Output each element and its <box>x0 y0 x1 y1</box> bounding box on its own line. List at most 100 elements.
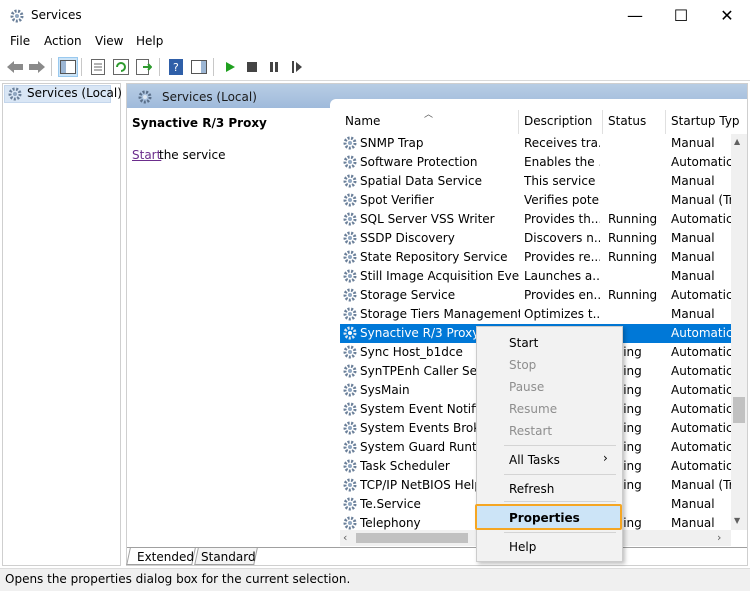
service-startup-type: Automatic <box>671 383 731 397</box>
status-bar-text: Opens the properties dialog box for the … <box>5 572 351 586</box>
service-name: Software Protection <box>360 155 478 169</box>
context-menu-help[interactable]: Help <box>509 540 536 554</box>
scroll-left-arrow-icon[interactable]: ‹ <box>343 531 347 544</box>
column-divider[interactable] <box>602 110 603 134</box>
context-menu-refresh[interactable]: Refresh <box>509 482 554 496</box>
export-list-icon[interactable] <box>134 57 154 77</box>
action-pane-icon[interactable] <box>189 57 209 77</box>
toolbar-separator <box>213 58 214 76</box>
close-button[interactable]: ✕ <box>704 0 750 31</box>
service-gear-icon <box>342 496 358 512</box>
pause-service-icon[interactable] <box>264 57 284 77</box>
toolbar-separator <box>159 58 160 76</box>
service-row[interactable]: Spot Verifier Verifies pote... Manual (Tri <box>340 191 746 210</box>
start-service-play-icon[interactable] <box>220 57 240 77</box>
console-tree <box>2 83 121 566</box>
service-row[interactable]: SSDP Discovery Discovers n... Running Manua… <box>340 229 746 248</box>
service-startup-type: Automatic <box>671 326 731 340</box>
service-gear-icon <box>342 173 358 189</box>
minimize-button[interactable]: — <box>612 0 658 31</box>
context-menu-separator <box>504 532 616 533</box>
column-header-startup-type[interactable]: Startup Typ <box>671 114 740 128</box>
list-area-top <box>330 99 747 109</box>
context-menu-all-tasks[interactable]: All Tasks <box>509 453 560 467</box>
column-divider[interactable] <box>518 110 519 134</box>
restart-service-icon[interactable] <box>287 57 307 77</box>
service-description: Provides th... <box>524 212 600 226</box>
vertical-scroll-thumb[interactable] <box>733 397 745 423</box>
service-name: Storage Tiers Management <box>360 307 520 321</box>
service-status: Running <box>608 212 658 226</box>
service-row[interactable]: Storage Service Provides en... Running Auto… <box>340 286 746 305</box>
menu-view[interactable]: View <box>95 34 123 48</box>
forward-arrow-icon[interactable] <box>27 57 47 77</box>
toolbar-separator <box>51 58 52 76</box>
show-hide-console-tree-icon[interactable] <box>58 57 78 77</box>
service-row[interactable]: Still Image Acquisition Events Launches a… <box>340 267 746 286</box>
service-startup-type: Automatic <box>671 212 731 226</box>
menu-action[interactable]: Action <box>44 34 82 48</box>
properties-sheet-icon[interactable] <box>88 57 108 77</box>
service-name: Spatial Data Service <box>360 174 482 188</box>
back-arrow-icon[interactable] <box>5 57 25 77</box>
service-startup-type: Automatic <box>671 288 731 302</box>
help-book-icon[interactable]: ? <box>166 57 186 77</box>
selected-service-title: Synactive R/3 Proxy <box>132 116 267 130</box>
service-gear-icon <box>342 230 358 246</box>
service-gear-icon <box>342 420 358 436</box>
service-name: SSDP Discovery <box>360 231 455 245</box>
service-startup-type: Manual <box>671 231 715 245</box>
service-row[interactable]: State Repository Service Provides re... Ru… <box>340 248 746 267</box>
context-menu-separator <box>504 501 616 502</box>
service-startup-type: Manual (Tri <box>671 478 731 492</box>
column-divider[interactable] <box>665 110 666 134</box>
horizontal-scroll-thumb[interactable] <box>356 533 468 543</box>
service-row[interactable]: Software Protection Enables the ... Automa… <box>340 153 746 172</box>
context-menu-properties[interactable]: Properties <box>509 511 580 525</box>
service-status: Running <box>608 231 658 245</box>
tab-extended-label: Extended <box>137 550 194 564</box>
context-menu-separator <box>504 474 616 475</box>
service-row[interactable]: Spatial Data Service This service ... Manu… <box>340 172 746 191</box>
service-name: State Repository Service <box>360 250 508 264</box>
service-startup-type: Automatic <box>671 402 731 416</box>
column-header-status[interactable]: Status <box>608 114 646 128</box>
service-startup-type: Automatic <box>671 345 731 359</box>
service-startup-type: Automatic <box>671 440 731 454</box>
stop-service-icon[interactable] <box>242 57 262 77</box>
service-row[interactable]: Storage Tiers Management Optimizes t... Ma… <box>340 305 746 324</box>
service-gear-icon <box>342 287 358 303</box>
refresh-icon[interactable] <box>111 57 131 77</box>
service-row[interactable]: SQL Server VSS Writer Provides th... Runni… <box>340 210 746 229</box>
service-startup-type: Manual <box>671 269 715 283</box>
svg-text:?: ? <box>173 61 179 74</box>
service-description: Launches a... <box>524 269 600 283</box>
service-row[interactable]: SNMP Trap Receives tra... Manual <box>340 134 746 153</box>
sort-ascending-icon: ︿ <box>424 110 434 120</box>
menu-help[interactable]: Help <box>136 34 163 48</box>
maximize-button[interactable]: ☐ <box>658 0 704 31</box>
tab-standard-label: Standard <box>201 550 256 564</box>
context-menu-pause: Pause <box>509 380 545 394</box>
column-header-name[interactable]: Name <box>345 114 380 128</box>
vertical-scrollbar[interactable] <box>731 134 747 530</box>
service-startup-type: Manual <box>671 174 715 188</box>
submenu-chevron-right-icon: › <box>603 451 608 465</box>
column-header-description[interactable]: Description <box>524 114 592 128</box>
services-gear-icon <box>137 89 153 105</box>
scroll-down-arrow-icon[interactable]: ▼ <box>734 516 740 525</box>
service-gear-icon <box>342 306 358 322</box>
menu-file[interactable]: File <box>10 34 30 48</box>
context-menu-separator <box>504 445 616 446</box>
service-gear-icon <box>342 401 358 417</box>
service-gear-icon <box>342 363 358 379</box>
services-gear-icon <box>7 86 23 102</box>
start-service-link[interactable]: Start <box>132 148 161 162</box>
context-menu-start[interactable]: Start <box>509 336 538 350</box>
tree-item-label: Services (Local) <box>27 86 122 100</box>
service-name: Spot Verifier <box>360 193 434 207</box>
service-status: Running <box>608 288 658 302</box>
scroll-right-arrow-icon[interactable]: › <box>717 531 721 544</box>
service-gear-icon <box>342 268 358 284</box>
scroll-up-arrow-icon[interactable]: ▲ <box>734 137 740 146</box>
